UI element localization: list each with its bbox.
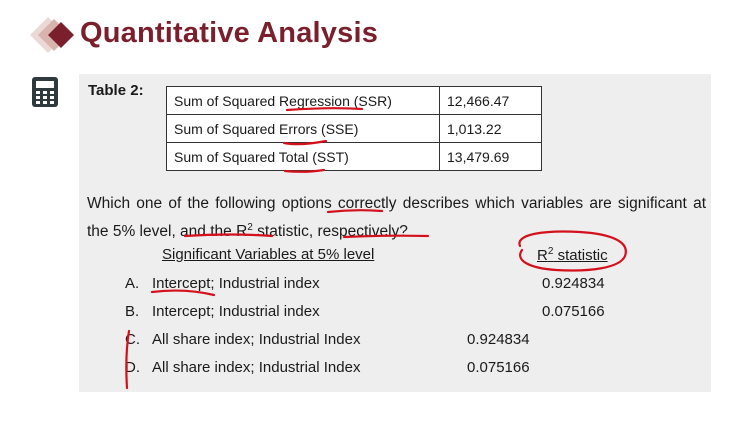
option-text: Intercept; Industrial index [152,275,320,292]
option-text: All share index; Industrial Index [152,359,361,376]
table-cell-value: 1,013.22 [439,114,542,143]
option-letter: C. [125,331,140,348]
diamond-logo-icon [30,17,74,53]
calculator-icon [32,77,58,107]
question-text: Which one of the following options corre… [87,192,706,244]
column-header-r2: R2 statistic [537,246,608,264]
option-letter: D. [125,359,140,376]
page-title: Quantitative Analysis [80,17,379,49]
table-row: Sum of Squared Regression (SSR) 12,466.4… [166,86,542,115]
option-value: 0.075166 [467,359,530,376]
table-cell-value: 13,479.69 [439,142,542,171]
table-row: Sum of Squared Errors (SSE) 1,013.22 [166,114,542,143]
table-cell-value: 12,466.47 [439,86,542,115]
option-letter: B. [125,303,140,320]
option-value: 0.075166 [542,303,605,320]
table-label: Table 2: [88,82,144,99]
table-cell-name: Sum of Squared Regression (SSR) [166,86,440,115]
option-text: All share index; Industrial Index [152,331,361,348]
sum-of-squares-table: Sum of Squared Regression (SSR) 12,466.4… [166,86,542,171]
option-text: Intercept; Industrial index [152,303,320,320]
table-cell-name: Sum of Squared Errors (SSE) [166,114,440,143]
option-letter: A. [125,275,140,292]
question-part: statistic, respectively? [252,223,408,241]
option-value: 0.924834 [467,331,530,348]
column-header-significant: Significant Variables at 5% level [162,246,375,263]
option-value: 0.924834 [542,275,605,292]
table-cell-name: Sum of Squared Total (SST) [166,142,440,171]
table-row: Sum of Squared Total (SST) 13,479.69 [166,142,542,171]
